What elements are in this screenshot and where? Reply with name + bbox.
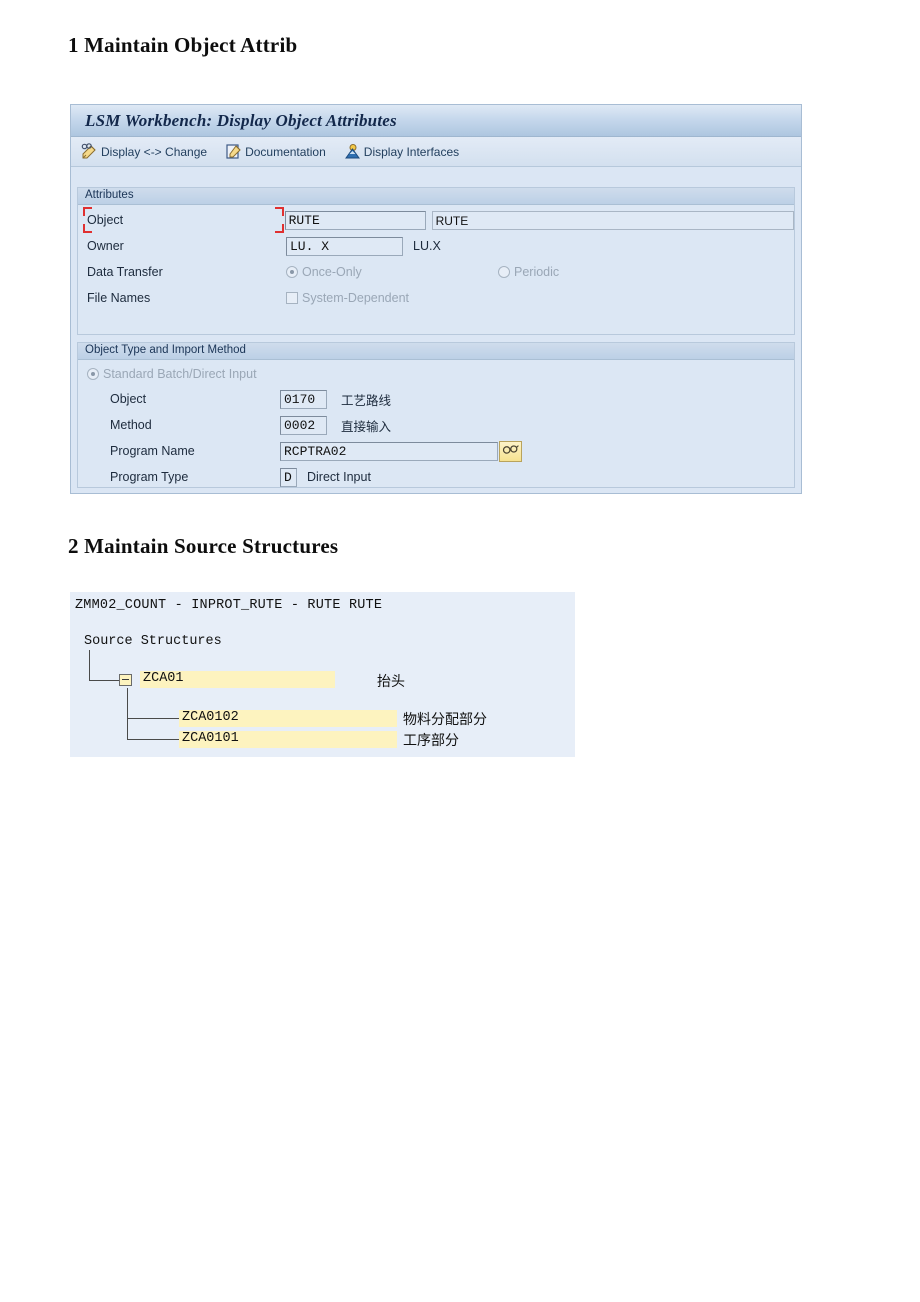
program-type-input[interactable]: D: [280, 467, 297, 487]
tree-node-name[interactable]: ZCA0101: [179, 731, 397, 748]
data-transfer-label: Data Transfer: [87, 265, 163, 279]
attributes-group-header: Attributes: [78, 188, 794, 205]
checkbox-system-dependent[interactable]: System-Dependent: [286, 291, 409, 305]
owner-input[interactable]: LU. X: [286, 236, 403, 256]
tree-node-description: 抬头: [377, 674, 405, 690]
source-structures-panel: ZMM02_COUNT - INPROT_RUTE - RUTE RUTE So…: [70, 592, 575, 757]
tree-node-name[interactable]: ZCA01: [140, 671, 335, 688]
display-interfaces-button[interactable]: Display Interfaces: [344, 143, 459, 160]
tree-line: [89, 650, 90, 680]
tree-node-name[interactable]: ZCA0102: [179, 710, 397, 727]
radio-standard-batch[interactable]: Standard Batch/Direct Input: [78, 367, 257, 381]
radio-on-icon: [286, 266, 298, 278]
radio-off-icon: [498, 266, 510, 278]
radio-on-icon: [87, 368, 99, 380]
tree-line: [127, 688, 128, 740]
source-structures-header: ZMM02_COUNT - INPROT_RUTE - RUTE RUTE: [75, 598, 383, 613]
program-name-row: Program Name RCPTRA02: [78, 438, 794, 464]
window-title: LSM Workbench: Display Object Attributes: [85, 110, 397, 130]
display-change-label: Display <-> Change: [101, 144, 208, 159]
search-help-button[interactable]: [499, 440, 522, 462]
checkbox-icon: [286, 292, 298, 304]
radio-standard-batch-label: Standard Batch/Direct Input: [103, 367, 257, 381]
tree-node-description: 工序部分: [403, 733, 459, 749]
tree-line: [127, 718, 179, 719]
program-name-input[interactable]: RCPTRA02: [280, 441, 498, 461]
tree-line: [89, 680, 119, 681]
display-change-button[interactable]: Display <-> Change: [81, 143, 207, 160]
object-input[interactable]: RUTE: [284, 210, 426, 230]
lsm-workbench-window: LSM Workbench: Display Object Attributes…: [70, 104, 802, 494]
objtype-object-row: Object 0170 工艺路线: [78, 386, 794, 412]
document-pencil-icon: [225, 143, 242, 160]
radio-once-only-label: Once-Only: [302, 265, 362, 279]
radio-periodic-label: Periodic: [514, 265, 560, 279]
radio-periodic[interactable]: Periodic: [498, 265, 559, 279]
object-description-input[interactable]: RUTE: [431, 210, 794, 230]
collapse-box-icon[interactable]: [119, 674, 132, 686]
method-row: Method 0002 直接输入: [78, 412, 794, 438]
method-description: 直接输入: [341, 418, 392, 434]
window-toolbar: Display <-> Change Documentation Display…: [71, 137, 801, 167]
method-input[interactable]: 0002: [280, 415, 327, 435]
standard-batch-row: Standard Batch/Direct Input: [78, 362, 794, 386]
program-name-label: Program Name: [110, 444, 195, 458]
owner-description: LU.X: [413, 239, 441, 253]
search-help-glasses-icon: [502, 442, 519, 460]
checkbox-system-dependent-label: System-Dependent: [302, 291, 410, 305]
person-icon: [344, 143, 361, 160]
display-interfaces-label: Display Interfaces: [363, 144, 460, 159]
radio-once-only[interactable]: Once-Only: [286, 265, 498, 279]
objtype-object-label: Object: [110, 392, 147, 406]
tree-line: [127, 739, 179, 740]
program-type-row: Program Type D Direct Input: [78, 464, 794, 490]
documentation-label: Documentation: [245, 144, 326, 159]
owner-label: Owner: [87, 239, 124, 253]
owner-row: Owner LU. X LU.X: [78, 233, 794, 259]
attributes-group: Attributes Object RUTE RUTE Owner LU. X …: [77, 187, 795, 335]
page-title-section-1: 1 Maintain Object Attrib: [68, 33, 298, 57]
program-type-description: Direct Input: [307, 470, 371, 484]
window-titlebar: LSM Workbench: Display Object Attributes: [71, 104, 801, 137]
object-label: Object: [87, 213, 124, 227]
documentation-button[interactable]: Documentation: [225, 143, 326, 160]
program-type-label: Program Type: [110, 470, 189, 484]
pencil-glasses-icon: [81, 143, 98, 160]
source-structures-root-label: Source Structures: [84, 634, 222, 649]
objtype-object-input[interactable]: 0170: [280, 389, 327, 409]
objtype-object-description: 工艺路线: [341, 392, 392, 408]
object-type-group-header: Object Type and Import Method: [78, 343, 794, 360]
object-row: Object RUTE RUTE: [78, 207, 794, 233]
object-type-group: Object Type and Import Method Standard B…: [77, 342, 795, 488]
tree-node-description: 物料分配部分: [403, 712, 487, 728]
data-transfer-row: Data Transfer Once-Only Periodic: [78, 259, 794, 285]
page-title-section-2: 2 Maintain Source Structures: [68, 534, 339, 558]
method-label: Method: [110, 418, 152, 432]
file-names-row: File Names System-Dependent: [78, 285, 794, 311]
file-names-label: File Names: [87, 291, 151, 305]
